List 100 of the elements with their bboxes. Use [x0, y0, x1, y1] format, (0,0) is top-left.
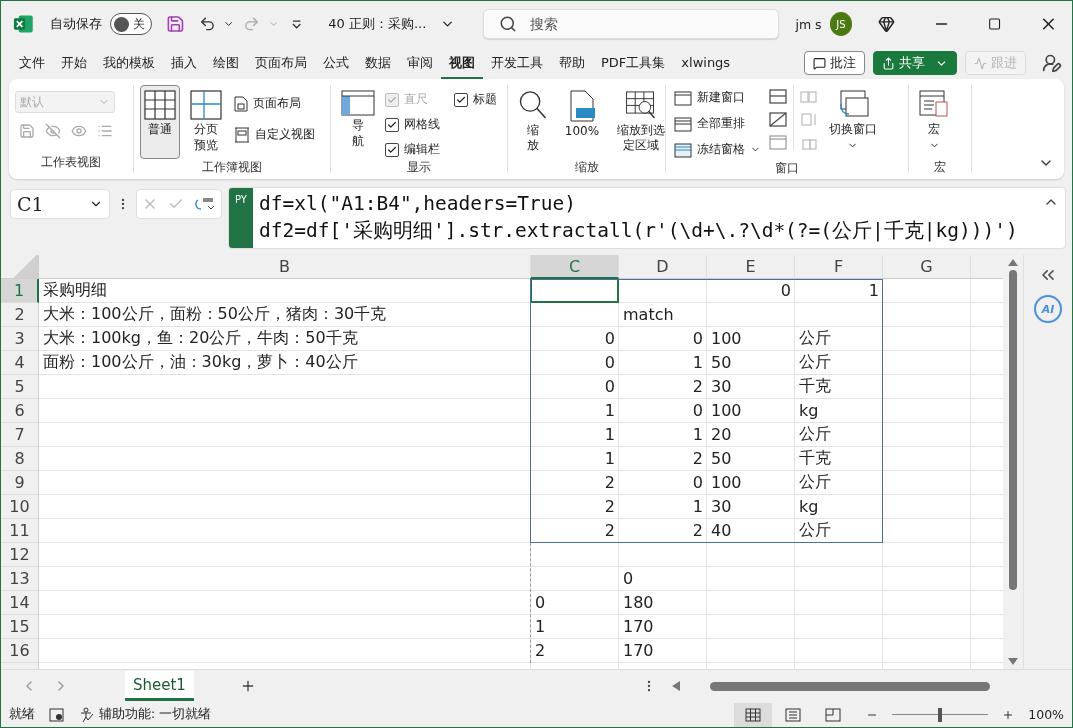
name-box[interactable]: C1 — [10, 189, 110, 219]
menu-tab[interactable]: 页面布局 — [247, 47, 315, 79]
checkbox[interactable] — [385, 117, 399, 132]
menu-tab[interactable]: PDF工具集 — [593, 47, 674, 79]
ribbon-command[interactable]: 自定义视图 — [232, 124, 317, 145]
zoom-in-icon[interactable] — [1002, 708, 1015, 721]
menu-tab[interactable]: 文件 — [11, 47, 53, 79]
row-header[interactable]: 12 — [1, 543, 39, 567]
row-header[interactable]: 2 — [1, 303, 39, 327]
row-header[interactable]: 11 — [1, 519, 39, 543]
cell-text: 1 — [604, 401, 615, 420]
row-header[interactable]: 13 — [1, 567, 39, 591]
macro-recorder-icon[interactable] — [49, 707, 65, 722]
customize-toolbar-icon[interactable] — [291, 18, 303, 30]
zoom-button[interactable]: 缩放 — [514, 85, 552, 159]
zoom-button[interactable]: 缩放到选定区域 — [612, 85, 670, 159]
unhide-icon[interactable] — [769, 135, 787, 150]
ribbon-action-button[interactable]: 共享 — [873, 51, 957, 75]
switch-window-button[interactable]: 切换窗口 — [824, 85, 882, 159]
scroll-left-icon[interactable] — [671, 681, 680, 691]
maximize-icon[interactable] — [988, 17, 1002, 31]
menu-tab[interactable]: 绘图 — [205, 47, 247, 79]
row-header[interactable]: 14 — [1, 591, 39, 615]
hide-icon[interactable] — [769, 112, 787, 127]
ribbon-command[interactable]: 全部重排 — [672, 113, 763, 134]
eye-icon[interactable] — [71, 123, 87, 139]
row-header[interactable]: 9 — [1, 471, 39, 495]
checkbox[interactable] — [385, 142, 399, 157]
menu-tab[interactable]: 插入 — [163, 47, 205, 79]
save-view-icon[interactable] — [19, 123, 35, 139]
eye-crossed-icon[interactable] — [45, 123, 61, 139]
document-title[interactable]: 40 正则：采购... — [328, 15, 427, 33]
row-header[interactable]: 7 — [1, 423, 39, 447]
row-header[interactable]: 5 — [1, 375, 39, 399]
user-avatar[interactable]: JS — [829, 12, 853, 36]
vertical-scrollbar-thumb[interactable] — [1009, 270, 1018, 590]
column-header[interactable]: F — [795, 255, 883, 279]
output-type-icon[interactable] — [194, 196, 216, 212]
menu-tab[interactable]: 公式 — [315, 47, 357, 79]
autosave-toggle[interactable]: 关 — [109, 13, 152, 35]
cell-text: 2 — [604, 521, 615, 540]
zoom-level[interactable]: 100% — [1028, 707, 1064, 722]
active-cell[interactable] — [530, 278, 619, 303]
ribbon-command[interactable]: 页面布局 — [232, 93, 317, 114]
ribbon-action-button[interactable]: 批注 — [804, 51, 865, 75]
checkbox[interactable] — [454, 92, 468, 107]
formula-field[interactable]: PY df=xl("A1:B4",headers=True) df2=df['采购明细'].str.extractall(r'(\d+\.?\d*(?=(公斤|千克|kg)))') — [228, 187, 1066, 249]
formula-line: df=xl("A1:B4",headers=True) — [259, 191, 577, 217]
scroll-down-icon[interactable] — [1008, 658, 1019, 665]
accessibility-icon[interactable] — [79, 706, 95, 723]
row-header[interactable]: 1 — [1, 279, 39, 303]
python-badge: PY — [229, 188, 253, 248]
column-header[interactable]: B — [39, 255, 531, 279]
scroll-up-icon[interactable] — [1008, 259, 1019, 266]
cell-text: 大米：100公斤，面粉：50公斤，猪肉：30千克 — [43, 304, 387, 325]
menu-tab[interactable]: 审阅 — [399, 47, 441, 79]
column-header[interactable]: G — [883, 255, 971, 279]
cell-text: 0 — [535, 593, 546, 612]
menu-tab[interactable]: 数据 — [357, 47, 399, 79]
ribbon-command[interactable]: 冻结窗格 — [672, 139, 763, 160]
macro-button[interactable]: 宏 — [915, 85, 953, 159]
row-header[interactable]: 8 — [1, 447, 39, 471]
search-field[interactable]: 搜索 — [483, 9, 780, 39]
menu-tab[interactable]: 我的模板 — [95, 47, 163, 79]
column-header[interactable]: D — [619, 255, 707, 279]
checkbox-label: 编辑栏 — [404, 141, 440, 158]
row-header[interactable]: 6 — [1, 399, 39, 423]
navigation-button[interactable]: 导航 — [337, 85, 379, 159]
page-break-icon — [190, 90, 222, 120]
accessibility-status[interactable]: 辅助功能: 一切就绪 — [99, 706, 212, 723]
sheet-tab[interactable]: Sheet1 — [125, 671, 194, 701]
view-mode-button[interactable]: 分页预览 — [186, 85, 226, 159]
menu-tab[interactable]: 开发工具 — [483, 47, 551, 79]
split-icon[interactable] — [769, 89, 787, 104]
coauthor-icon[interactable] — [1042, 53, 1062, 73]
row-header[interactable]: 15 — [1, 615, 39, 639]
list-icon[interactable] — [97, 123, 113, 139]
view-mode-button[interactable]: 普通 — [140, 85, 180, 159]
zoom-thumb[interactable] — [938, 707, 943, 722]
autosave-label: 自动保存 — [49, 15, 102, 33]
checkbox-label: 直尺 — [404, 91, 428, 108]
column-header[interactable]: C — [531, 255, 619, 279]
row-header[interactable]: 4 — [1, 351, 39, 375]
menu-tab[interactable]: 开始 — [53, 47, 95, 79]
row-header[interactable]: 3 — [1, 327, 39, 351]
menu-tab[interactable]: 帮助 — [551, 47, 593, 79]
save-icon[interactable] — [165, 14, 185, 34]
ribbon-command[interactable]: 新建窗口 — [672, 87, 763, 108]
undo-icon[interactable] — [198, 15, 216, 33]
cell-text: 公斤 — [799, 472, 831, 493]
column-header[interactable]: E — [707, 255, 795, 279]
diamond-icon[interactable] — [878, 15, 896, 33]
menu-tab[interactable]: xlwings — [673, 49, 739, 77]
view-button[interactable] — [734, 702, 773, 727]
horizontal-scrollbar-thumb[interactable] — [709, 681, 990, 691]
zoom-button[interactable]: 100% — [554, 85, 610, 159]
row-header[interactable]: 16 — [1, 639, 39, 663]
cell-text: 2 — [692, 377, 703, 396]
row-header[interactable]: 10 — [1, 495, 39, 519]
cell-text: 100 — [711, 401, 742, 420]
